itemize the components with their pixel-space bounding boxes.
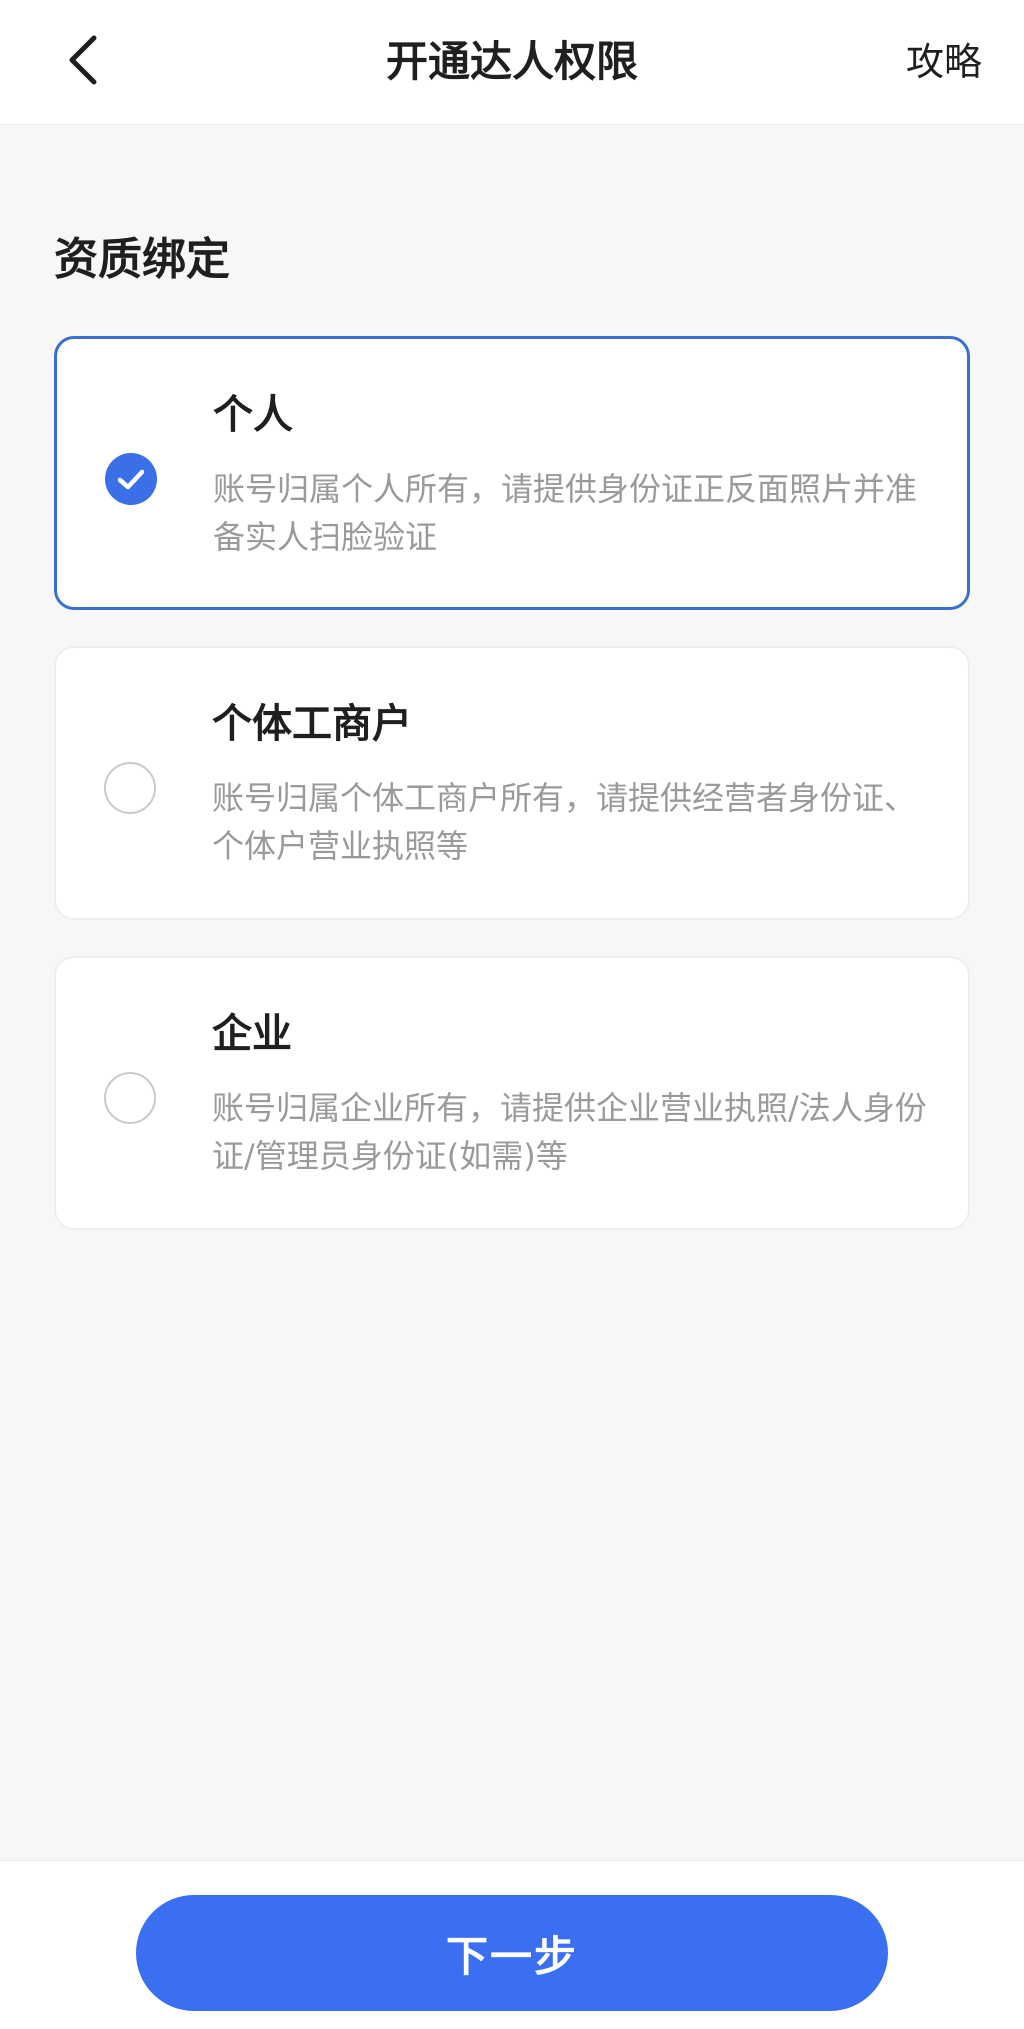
radio-checked[interactable] [105, 453, 157, 505]
option-title: 企业 [212, 1011, 292, 1057]
back-button[interactable] [48, 26, 120, 98]
option-card-individual-business[interactable]: 个体工商户 账号归属个体工商户所有，请提供经营者身份证、个体户营业执照等 [54, 646, 970, 920]
section-title: 资质绑定 [54, 234, 230, 285]
option-description: 账号归属个人所有，请提供身份证正反面照片并准备实人扫脸验证 [213, 470, 918, 556]
radio-unchecked[interactable] [104, 1072, 156, 1124]
option-title: 个人 [213, 392, 293, 438]
option-card-enterprise[interactable]: 企业 账号归属企业所有，请提供企业营业执照/法人身份证/管理员身份证(如需)等 [54, 956, 970, 1230]
top-nav-bar: 开通达人权限 攻略 [0, 0, 1024, 125]
guide-link[interactable]: 攻略 [906, 0, 982, 124]
option-card-individual[interactable]: 个人 账号归属个人所有，请提供身份证正反面照片并准备实人扫脸验证 [54, 336, 970, 610]
option-title: 个体工商户 [212, 701, 412, 747]
option-description: 账号归属企业所有，请提供企业营业执照/法人身份证/管理员身份证(如需)等 [212, 1089, 927, 1175]
radio-unchecked[interactable] [104, 762, 156, 814]
bottom-action-bar: 下一步 [0, 1860, 1024, 2029]
page-title: 开通达人权限 [385, 37, 638, 86]
chevron-left-icon [64, 32, 104, 92]
next-step-button[interactable]: 下一步 [136, 1895, 888, 2011]
option-description: 账号归属个体工商户所有，请提供经营者身份证、个体户营业执照等 [212, 779, 917, 865]
